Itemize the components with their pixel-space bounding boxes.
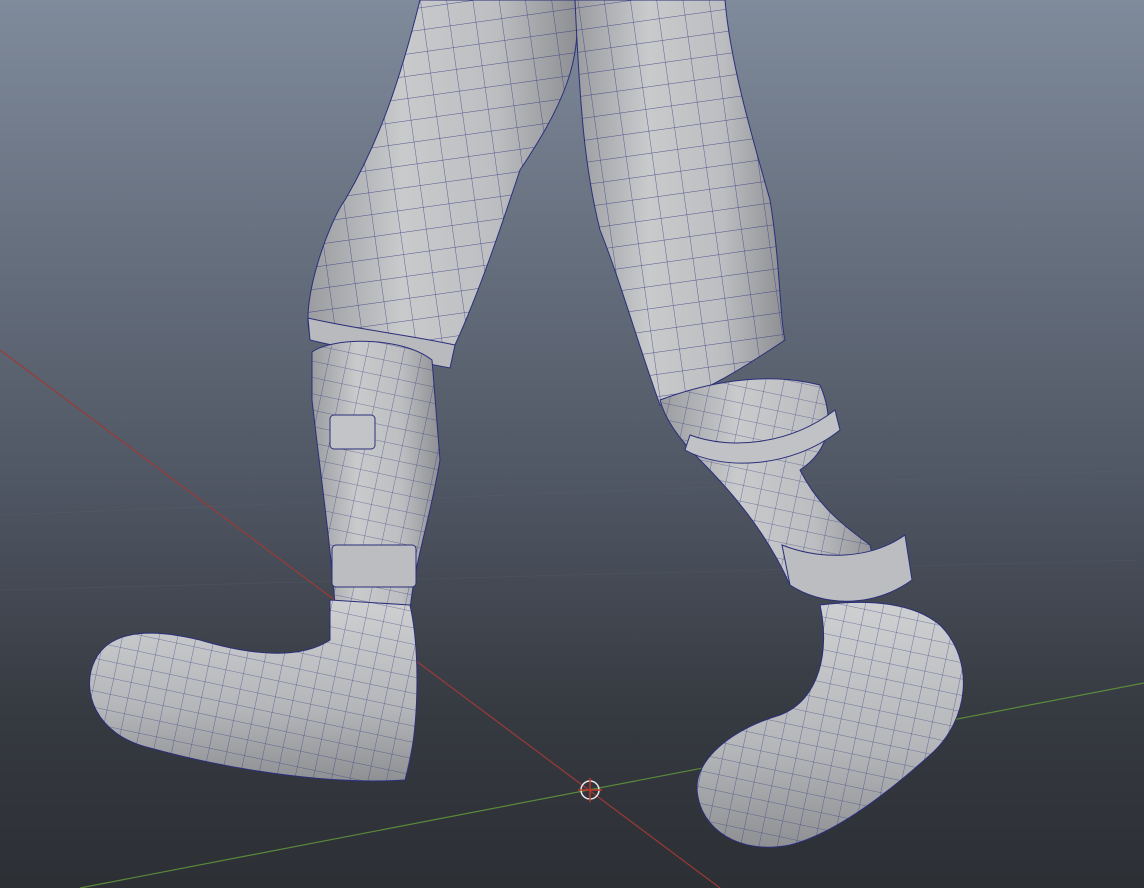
grid-line (0, 559, 1144, 591)
left-boot-wireframe (89, 600, 417, 781)
right-trouser-wireframe (575, 0, 785, 405)
left-leg[interactable] (89, 0, 578, 782)
left-ankle-strap[interactable] (331, 544, 417, 588)
pivot-crosshair-icon[interactable] (578, 778, 602, 802)
3d-viewport[interactable] (0, 0, 1144, 888)
left-trouser-wireframe (308, 0, 578, 365)
left-shin-buckle[interactable] (329, 414, 376, 450)
viewport-canvas[interactable] (0, 0, 1144, 888)
ground-grid (0, 349, 1144, 888)
grid-line (0, 469, 1144, 516)
right-leg[interactable] (574, 0, 964, 848)
right-boot-wireframe (696, 602, 964, 848)
